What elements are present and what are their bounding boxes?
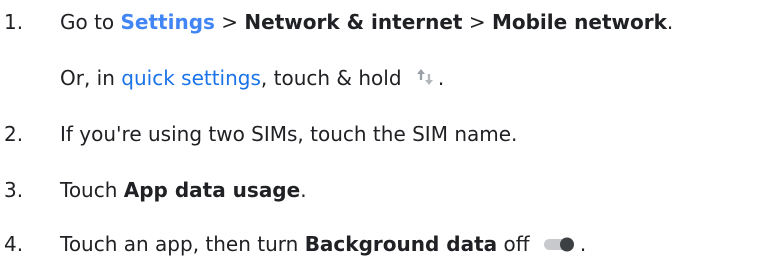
toggle-off-icon — [542, 232, 578, 252]
step-text-segment: , touch & hold — [260, 66, 408, 90]
step-1-alternative: Or, in quick settings, touch & hold . — [60, 64, 444, 92]
background-data-label: Background data — [304, 232, 498, 256]
network-internet-label: Network & internet — [244, 10, 463, 34]
period: . — [300, 178, 307, 202]
breadcrumb-separator: > — [462, 10, 492, 34]
period: . — [437, 66, 445, 90]
breadcrumb-separator: > — [214, 10, 245, 34]
quick-settings-link[interactable]: quick settings — [121, 66, 261, 90]
mobile-network-label: Mobile network — [491, 10, 667, 34]
step-number: 3. — [4, 178, 24, 202]
step-number: 4. — [4, 232, 24, 256]
step-text: Go to Settings > Network & internet > Mo… — [60, 8, 673, 36]
period: . — [579, 232, 587, 256]
step-text: Touch App data usage. — [60, 176, 307, 204]
step-number: 2. — [4, 122, 24, 146]
step-text-segment: Touch — [60, 178, 124, 202]
step-text-segment: Touch an app, then turn — [60, 232, 305, 256]
step-text-segment: off — [497, 232, 536, 256]
step-text: If you're using two SIMs, touch the SIM … — [60, 122, 518, 146]
app-data-usage-label: App data usage — [123, 178, 301, 202]
settings-link[interactable]: Settings — [121, 10, 215, 34]
mobile-data-icon — [414, 66, 436, 88]
step-text-segment: Go to — [60, 10, 121, 34]
period: . — [666, 10, 674, 34]
step-number: 1. — [4, 10, 24, 34]
step-text-segment: Or, in — [60, 66, 122, 90]
step-text: Touch an app, then turn Background data … — [60, 230, 586, 258]
